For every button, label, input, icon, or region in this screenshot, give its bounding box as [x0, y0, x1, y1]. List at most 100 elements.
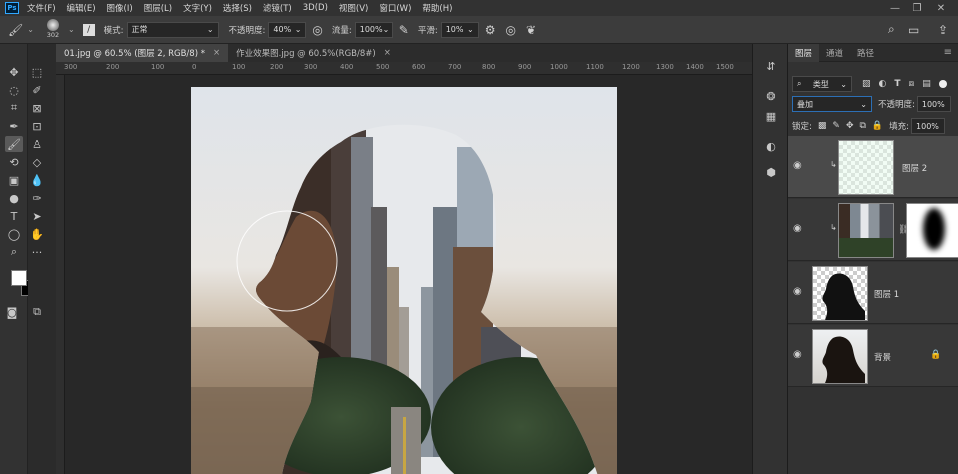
blur-tool-icon[interactable]: 💧 — [28, 172, 46, 188]
smart-object-filter-icon[interactable]: ▤ — [922, 79, 931, 89]
type-filter-icon[interactable]: T — [894, 79, 900, 89]
layer-row-layer-2[interactable]: ◉ ↳ 图层 2 — [788, 136, 958, 198]
color-panel-icon[interactable]: ❂ — [762, 88, 780, 104]
gradient-tool-icon[interactable]: ▣ — [5, 172, 23, 188]
type-tool-icon[interactable]: T — [5, 208, 23, 224]
close-icon[interactable]: × — [213, 48, 220, 58]
brush-tool-icon[interactable]: 🖌 — [8, 23, 23, 37]
panel-menu-icon[interactable]: ≡ — [944, 47, 952, 58]
shape-filter-icon[interactable]: ⧈ — [909, 79, 915, 89]
filter-toggle-icon[interactable] — [938, 80, 947, 88]
crop-tool-icon[interactable]: ⌗ — [5, 100, 23, 116]
dodge-tool-icon[interactable]: ● — [5, 190, 23, 206]
workspace-icon[interactable]: ▭ — [908, 23, 919, 37]
menu-filter[interactable]: 滤镜(T) — [263, 2, 292, 14]
layer-thumbnail[interactable] — [838, 203, 894, 258]
search-icon[interactable]: ⌕ — [888, 22, 895, 37]
tab-channels[interactable]: 通道 — [819, 44, 850, 62]
lock-artboard-icon[interactable]: ⧉ — [859, 121, 865, 131]
adjustments-panel-icon[interactable]: ◐ — [762, 138, 780, 154]
more-tools-icon[interactable]: ··· — [28, 244, 46, 260]
layer-thumbnail[interactable] — [812, 266, 868, 321]
layer-row-layer-1[interactable]: ◉ 图层 1 — [788, 262, 958, 324]
canvas-area[interactable] — [65, 75, 752, 474]
lasso-tool-icon[interactable]: ◌ — [5, 82, 23, 98]
pressure-opacity-icon[interactable]: ◎ — [312, 23, 322, 37]
ellipse-tool-icon[interactable]: ◯ — [5, 226, 23, 242]
menu-file[interactable]: 文件(F) — [27, 2, 56, 14]
tab-layers[interactable]: 图层 — [788, 43, 820, 62]
marquee-tool-icon[interactable]: ⬚ — [28, 64, 46, 80]
path-select-icon[interactable]: ➤ — [28, 208, 46, 224]
layer-thumbnail[interactable] — [838, 140, 894, 195]
eraser-tool-icon[interactable]: ◇ — [28, 154, 46, 170]
airbrush-icon[interactable]: ✎ — [399, 23, 409, 37]
tab-result-jpg[interactable]: 作业效果图.jpg @ 60.5%(RGB/8#) × — [228, 44, 399, 62]
close-icon[interactable]: ✕ — [930, 0, 952, 16]
lock-all-icon[interactable]: 🔒 — [872, 121, 883, 131]
brush-settings-icon[interactable]: / — [82, 23, 95, 36]
fill-input[interactable]: 100% — [911, 118, 946, 134]
eyedropper-tool-icon[interactable]: ✒ — [5, 118, 23, 134]
close-icon[interactable]: × — [384, 48, 391, 58]
libraries-panel-icon[interactable]: ⬢ — [762, 164, 780, 180]
chevron-down-icon[interactable]: ⌄ — [68, 25, 75, 34]
layer-name[interactable]: 图层 2 — [902, 162, 927, 174]
history-panel-icon[interactable]: ⇵ — [762, 58, 780, 74]
screen-mode-icon[interactable]: ⧉ — [28, 304, 46, 320]
menu-image[interactable]: 图像(I) — [107, 2, 133, 14]
mode-select[interactable]: 正常 ⌄ — [126, 21, 219, 38]
menu-layer[interactable]: 图层(L) — [144, 2, 172, 14]
visibility-eye-icon[interactable]: ◉ — [793, 223, 805, 235]
layer-thumbnail[interactable] — [812, 329, 868, 384]
symmetry-icon[interactable]: ❦ — [526, 23, 536, 37]
visibility-eye-icon[interactable]: ◉ — [793, 349, 805, 361]
brush-preset-picker[interactable]: 302 — [42, 17, 64, 43]
layer-row-background[interactable]: ◉ 背景 🔒 — [788, 325, 958, 387]
smooth-input[interactable]: 10% ⌄ — [440, 21, 479, 38]
filter-type-select[interactable]: ⌕ 类型 ⌄ — [792, 76, 852, 92]
quick-select-icon[interactable]: ✐ — [28, 82, 46, 98]
restore-icon[interactable]: ❐ — [906, 0, 928, 16]
move-tool-icon[interactable]: ✥ — [5, 64, 23, 80]
foreground-color-swatch[interactable] — [11, 270, 27, 286]
gear-icon[interactable]: ⚙ — [485, 23, 496, 37]
flow-input[interactable]: 100% ⌄ — [354, 21, 393, 38]
tab-01-jpg[interactable]: 01.jpg @ 60.5% (图层 2, RGB/8) * × — [56, 44, 229, 62]
visibility-eye-icon[interactable]: ◉ — [793, 286, 805, 298]
stamp-tool-icon[interactable]: ♙ — [28, 136, 46, 152]
history-brush-icon[interactable]: ⟲ — [5, 154, 23, 170]
layer-name[interactable]: 图层 1 — [874, 288, 899, 300]
pen-tool-icon[interactable]: ✑ — [28, 190, 46, 206]
pixel-filter-icon[interactable]: ▨ — [862, 79, 871, 89]
layer-mask-thumbnail[interactable] — [906, 203, 958, 258]
document-canvas[interactable] — [191, 87, 617, 474]
zoom-tool-icon[interactable]: ⌕ — [5, 244, 23, 260]
menu-select[interactable]: 选择(S) — [223, 2, 252, 14]
menu-3d[interactable]: 3D(D) — [303, 3, 328, 13]
opacity-input[interactable]: 40% ⌄ — [268, 21, 307, 38]
menu-view[interactable]: 视图(V) — [339, 2, 368, 14]
share-icon[interactable]: ⇪ — [938, 23, 948, 37]
blend-mode-select[interactable]: 叠加 ⌄ — [792, 96, 872, 112]
quick-mask-icon[interactable]: ◙ — [3, 304, 21, 320]
visibility-eye-icon[interactable]: ◉ — [793, 160, 805, 172]
pressure-size-icon[interactable]: ◎ — [505, 23, 515, 37]
menu-help[interactable]: 帮助(H) — [422, 2, 452, 14]
chevron-down-icon[interactable]: ⌄ — [27, 25, 34, 34]
layer-name[interactable]: 背景 — [874, 351, 891, 363]
swatches-panel-icon[interactable]: ▦ — [762, 108, 780, 124]
tab-paths[interactable]: 路径 — [850, 44, 881, 62]
hand-tool-icon[interactable]: ✋ — [28, 226, 46, 242]
layer-row-city[interactable]: ◉ ↳ ⛓ — [788, 199, 958, 261]
minimize-icon[interactable]: — — [884, 0, 906, 16]
frame-tool-icon[interactable]: ⊠ — [28, 100, 46, 116]
lock-position-icon[interactable]: ✥ — [846, 121, 854, 131]
menu-type[interactable]: 文字(Y) — [183, 2, 212, 14]
brush-tool-icon[interactable]: 🖌 — [5, 136, 23, 152]
lock-transparent-icon[interactable]: ▩ — [818, 121, 827, 131]
lock-paint-icon[interactable]: ✎ — [832, 121, 840, 131]
adjustment-filter-icon[interactable]: ◐ — [879, 79, 887, 89]
menu-edit[interactable]: 编辑(E) — [67, 2, 96, 14]
layer-opacity-input[interactable]: 100% — [916, 96, 951, 112]
